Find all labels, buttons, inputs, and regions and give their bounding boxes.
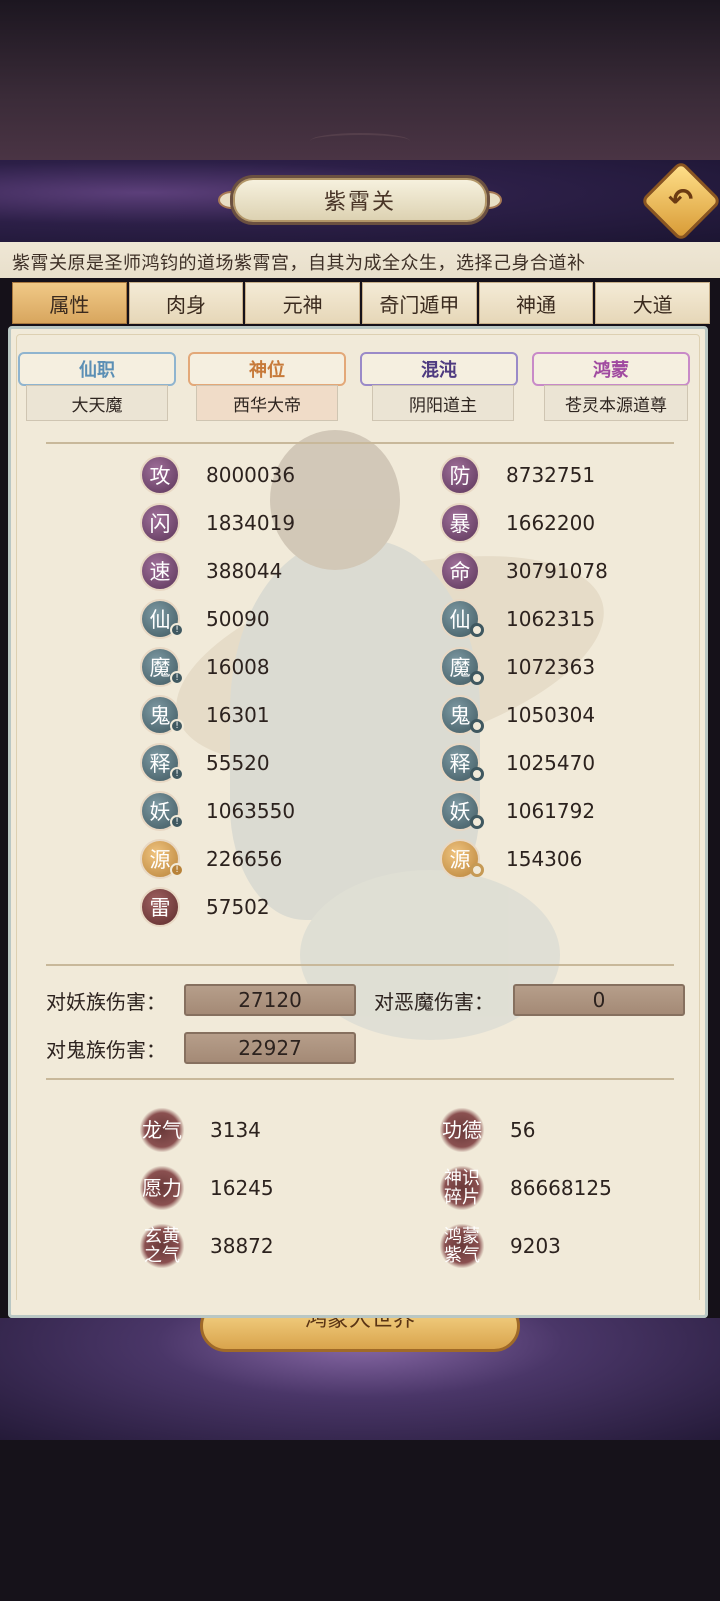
hongmeng-qi-value: 9203 [510, 1234, 561, 1258]
ribbon-xianzhi: 仙职 [18, 352, 176, 386]
tab-bar: 属性 肉身 元神 奇门遁甲 神通 大道 [12, 282, 711, 324]
defense-badge-icon [470, 815, 484, 829]
wish-power-icon: 愿力 [140, 1166, 184, 1210]
ribbon-xianzhi-value: 大天魔 [26, 385, 168, 421]
merit-value: 56 [510, 1118, 536, 1142]
demon-damage-value: 0 [513, 984, 685, 1016]
demon-damage-label: 对恶魔伤害： [374, 990, 494, 1014]
yao-damage-label: 对妖族伤害： [46, 990, 166, 1014]
tab-qimen[interactable]: 奇门遁甲 [362, 282, 477, 324]
hongmeng-label-1: 鸿蒙 [444, 1226, 480, 1247]
page-title: 紫霄关 [233, 178, 487, 222]
stat-value: 388044 [206, 559, 283, 583]
tab-supernatural[interactable]: 神通 [478, 282, 594, 324]
xuanhuang-label-2: 之气 [144, 1245, 180, 1266]
ribbon-shenwei: 神位 [188, 352, 346, 386]
ribbon-hongmeng-value: 苍灵本源道尊 [544, 385, 688, 421]
ribbon-hongmeng: 鸿蒙 [532, 352, 690, 386]
attack-badge-icon: ! [170, 719, 184, 733]
dragon-qi-icon: 龙气 [140, 1108, 184, 1152]
dragon-qi-value: 3134 [210, 1118, 261, 1142]
stat-value: 55520 [206, 751, 270, 775]
description-text: 紫霄关原是圣师鸿钧的道场紫霄宫，自其为成全众生，选择己身合道补 [12, 253, 586, 274]
stat-value: 1662200 [506, 511, 596, 535]
hongmeng-qi-icon: 鸿蒙 紫气 [440, 1224, 484, 1268]
ribbon-shenwei-value: 西华大帝 [196, 385, 338, 421]
defense-badge-icon [470, 671, 484, 685]
ghost-damage-label: 对鬼族伤害： [46, 1038, 166, 1062]
stat-value: 1061792 [506, 799, 596, 823]
stat-value: 16301 [206, 703, 270, 727]
hongmeng-label-2: 紫气 [444, 1245, 480, 1266]
critical-icon: 暴 [440, 503, 480, 543]
attack-badge-icon: ! [170, 815, 184, 829]
xuanhuang-qi-value: 38872 [210, 1234, 274, 1258]
yao-damage-value: 27120 [184, 984, 356, 1016]
attack-badge-icon: ! [170, 767, 184, 781]
tab-spirit[interactable]: 元神 [245, 282, 361, 324]
tab-attributes[interactable]: 属性 [12, 282, 127, 324]
tab-dao[interactable]: 大道 [595, 282, 711, 324]
stat-value: 226656 [206, 847, 283, 871]
ribbon-hundun-value: 阴阳道主 [372, 385, 514, 421]
wish-power-value: 16245 [210, 1176, 274, 1200]
soul-shard-value: 86668125 [510, 1176, 612, 1200]
soul-shard-label-1: 神识 [444, 1168, 480, 1189]
stat-value: 16008 [206, 655, 270, 679]
attack-badge-icon: ! [170, 863, 184, 877]
defense-badge-icon [470, 767, 484, 781]
stat-value: 1050304 [506, 703, 596, 727]
soul-shard-icon: 神识 碎片 [440, 1166, 484, 1210]
soul-shard-label-2: 碎片 [444, 1187, 480, 1208]
ghost-damage-value: 22927 [184, 1032, 356, 1064]
return-arrow-icon: ↶ [668, 182, 694, 218]
merit-icon: 功德 [440, 1108, 484, 1152]
xuanhuang-qi-icon: 玄黄 之气 [140, 1224, 184, 1268]
footer-background [0, 1440, 720, 1601]
stat-value: 8000036 [206, 463, 296, 487]
stat-value: 1025470 [506, 751, 596, 775]
stat-value: 1062315 [506, 607, 596, 631]
dodge-icon: 闪 [140, 503, 180, 543]
divider-top [46, 442, 674, 444]
tab-body[interactable]: 肉身 [128, 282, 244, 324]
attack-icon: 攻 [140, 455, 180, 495]
defense-badge-icon [470, 719, 484, 733]
panel-bottom-edge [8, 1300, 708, 1318]
top-ornament [310, 133, 410, 149]
stat-value: 1072363 [506, 655, 596, 679]
defense-badge-icon [470, 623, 484, 637]
stat-value: 154306 [506, 847, 583, 871]
stat-value: 1063550 [206, 799, 296, 823]
ribbon-hundun: 混沌 [360, 352, 518, 386]
defense-icon: 防 [440, 455, 480, 495]
stat-value: 30791078 [506, 559, 608, 583]
xuanhuang-label-1: 玄黄 [144, 1226, 180, 1247]
defense-badge-icon [470, 863, 484, 877]
attack-badge-icon: ! [170, 671, 184, 685]
stat-value: 50090 [206, 607, 270, 631]
life-icon: 命 [440, 551, 480, 591]
thunder-icon: 雷 [140, 887, 180, 927]
attack-badge-icon: ! [170, 623, 184, 637]
speed-icon: 速 [140, 551, 180, 591]
stat-value: 57502 [206, 895, 270, 919]
stat-value: 1834019 [206, 511, 296, 535]
divider-middle [46, 964, 674, 966]
divider-bottom [46, 1078, 674, 1080]
stat-value: 8732751 [506, 463, 596, 487]
